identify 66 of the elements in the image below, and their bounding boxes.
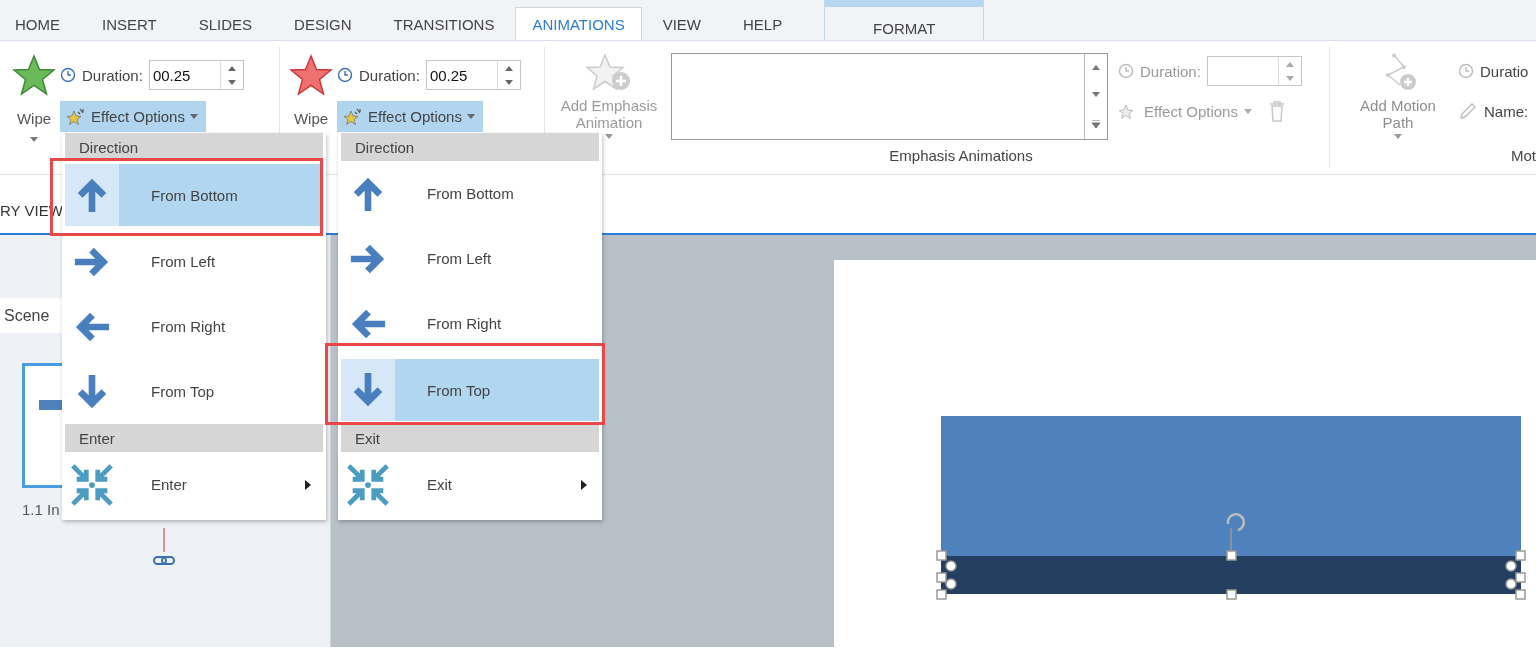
caret-icon: [466, 114, 475, 119]
caret-icon[interactable]: [1394, 134, 1402, 139]
duration-field[interactable]: 00.25: [148, 60, 244, 90]
duration-field[interactable]: 00.25: [425, 60, 521, 90]
group-label: Emphasis Animations: [889, 147, 1033, 166]
menu-item[interactable]: From Top: [65, 359, 323, 424]
effect-options-button[interactable]: Effect Options: [60, 101, 206, 132]
spin-down-icon[interactable]: [504, 79, 513, 85]
ribbon-tab[interactable]: ANIMATIONS: [515, 7, 642, 40]
submenu-arrow-icon: [581, 479, 587, 490]
duration-label: Duration:: [359, 66, 420, 84]
ribbon-tab[interactable]: SLIDES: [177, 8, 274, 40]
spin-down-icon[interactable]: [227, 79, 236, 85]
group-label: Mot: [1511, 147, 1536, 166]
clock-icon: [1458, 63, 1474, 79]
rotate-handle-icon[interactable]: [1226, 513, 1245, 551]
ribbon-tab[interactable]: INSERT: [81, 8, 178, 40]
menu-section-header: Enter: [65, 424, 323, 452]
scroll-up-icon[interactable]: [1092, 65, 1100, 71]
star-icon[interactable]: [289, 54, 333, 96]
scroll-down-icon[interactable]: [1092, 92, 1100, 98]
clock-icon: [1118, 63, 1134, 79]
ribbon-tab[interactable]: VIEW: [641, 8, 723, 40]
pencil-icon: [1458, 101, 1478, 121]
selection-handles-drawing[interactable]: [936, 550, 1526, 600]
effect-name[interactable]: Wipe: [293, 110, 329, 127]
ribbon-tab[interactable]: FORMAT: [824, 0, 985, 40]
spin-up-icon[interactable]: [227, 65, 236, 71]
menu-item[interactable]: Enter: [65, 452, 323, 517]
menu-item[interactable]: From Right: [65, 294, 323, 359]
menu-item[interactable]: From Left: [65, 229, 323, 294]
sparkle-star-icon: [343, 106, 363, 127]
clock-icon: [337, 67, 353, 83]
menu-item[interactable]: Exit: [341, 452, 599, 517]
caret-icon[interactable]: [30, 137, 38, 142]
slide-caption: 1.1 In: [22, 501, 60, 518]
menu-item[interactable]: From Bottom: [341, 161, 599, 226]
scene-tab[interactable]: Scene: [0, 298, 62, 333]
ribbon-tab[interactable]: DESIGN: [273, 8, 373, 40]
menu-item[interactable]: From Left: [341, 226, 599, 291]
sparkle-star-icon: [66, 106, 86, 127]
effect-name[interactable]: Wipe: [16, 110, 52, 127]
duration-label: Duration:: [82, 66, 143, 84]
effect-options-button[interactable]: Effect Options: [337, 101, 483, 132]
arrows-inward-icon: [69, 461, 115, 508]
menu-section-header: Direction: [341, 133, 599, 161]
duration-label: Duratio: [1480, 62, 1529, 80]
menu-item[interactable]: From Bottom: [65, 164, 323, 226]
banner-shape[interactable]: [941, 556, 1521, 594]
caret-icon: [189, 114, 198, 119]
menu-section-header: Exit: [341, 424, 599, 452]
clock-icon: [60, 67, 76, 83]
star-icon[interactable]: [12, 54, 56, 96]
name-label: Name:: [1484, 102, 1529, 120]
ribbon-tab[interactable]: TRANSITIONS: [372, 8, 516, 40]
expand-icon[interactable]: [1092, 119, 1100, 128]
menu-item[interactable]: From Right: [341, 291, 599, 356]
menu-item[interactable]: From Top: [341, 359, 599, 421]
submenu-arrow-icon: [305, 479, 311, 490]
spin-up-icon[interactable]: [504, 65, 513, 71]
link-icon: [152, 528, 176, 568]
menu-section-header: Direction: [65, 133, 323, 161]
ribbon-tab[interactable]: HOME: [0, 8, 81, 40]
duration-label: Duration:: [1140, 62, 1201, 80]
ribbon-tab[interactable]: HELP: [722, 8, 804, 40]
arrows-inward-icon: [345, 461, 391, 508]
